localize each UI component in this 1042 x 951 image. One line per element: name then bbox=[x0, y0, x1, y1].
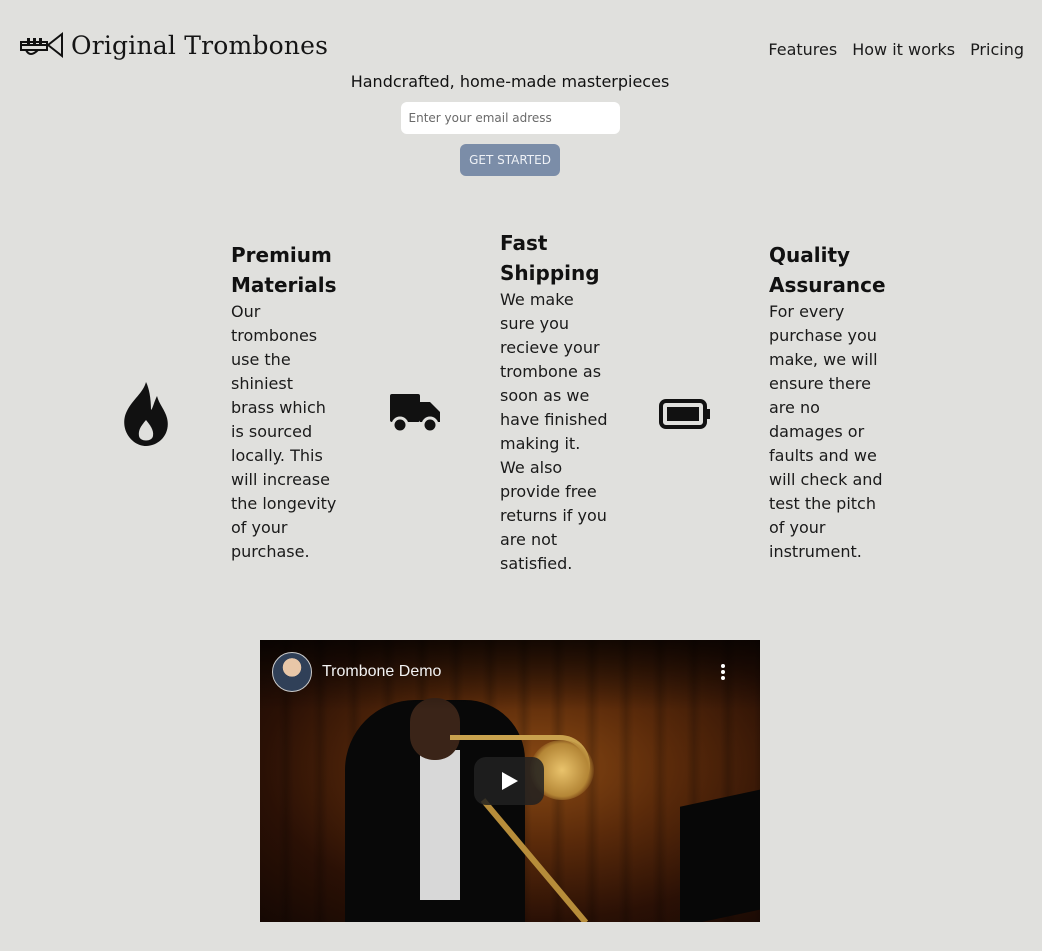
music-stand bbox=[680, 783, 760, 922]
feature-title: Fast Shipping bbox=[500, 231, 600, 285]
feature-title: Premium Materials bbox=[231, 243, 337, 297]
video-player[interactable]: Trombone Demo bbox=[260, 640, 760, 922]
video-title[interactable]: Trombone Demo bbox=[322, 663, 441, 681]
email-input[interactable] bbox=[400, 102, 620, 134]
feature-title: Quality Assurance bbox=[769, 243, 886, 297]
trumpet-icon bbox=[20, 31, 63, 59]
truck-icon bbox=[390, 394, 440, 434]
channel-avatar[interactable] bbox=[272, 652, 312, 692]
hero-section: Handcrafted, home-made masterpieces GET … bbox=[0, 72, 1020, 176]
feature-text: For every purchase you make, we will ens… bbox=[769, 302, 883, 561]
main-nav: Features How it works Pricing bbox=[753, 40, 1024, 59]
nav-link-how-it-works[interactable]: How it works bbox=[852, 40, 955, 59]
site-header: Original Trombones Features How it works… bbox=[0, 0, 1042, 80]
battery-full-icon bbox=[659, 399, 710, 429]
feature-text: Our trombones use the shiniest brass whi… bbox=[231, 302, 337, 561]
get-started-button[interactable]: GET STARTED bbox=[460, 144, 560, 176]
nav-link-features[interactable]: Features bbox=[768, 40, 837, 59]
fire-icon bbox=[124, 382, 168, 446]
logo-text: Original Trombones bbox=[71, 30, 329, 60]
nav-link-pricing[interactable]: Pricing bbox=[970, 40, 1024, 59]
feature-text: We make sure you recieve your trombone a… bbox=[500, 290, 608, 573]
logo[interactable]: Original Trombones bbox=[18, 28, 328, 62]
play-button[interactable] bbox=[474, 757, 544, 805]
more-options-icon[interactable] bbox=[718, 664, 728, 684]
tagline: Handcrafted, home-made masterpieces bbox=[350, 72, 670, 91]
